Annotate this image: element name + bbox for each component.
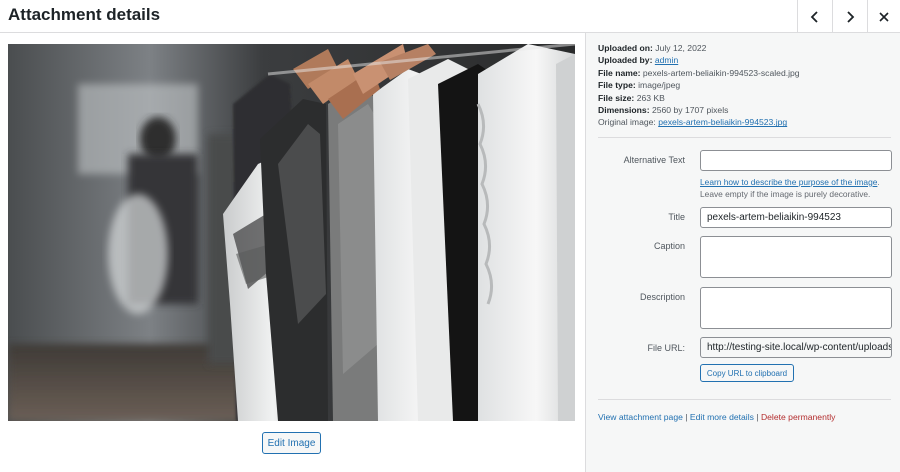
uploaded-on-label: Uploaded on: — [598, 43, 653, 53]
caption-label: Caption — [653, 241, 685, 251]
dimensions-value: 2560 by 1707 pixels — [651, 105, 729, 116]
original-image-label: Original image: — [598, 117, 656, 128]
uploaded-by-row: Uploaded by: admin — [598, 54, 800, 66]
image-preview-panel: Edit Image — [0, 33, 585, 472]
file-details: Uploaded on: July 12, 2022 Uploaded by: … — [598, 42, 800, 129]
close-icon — [879, 11, 889, 22]
alt-text-help-note: Leave empty if the image is purely decor… — [700, 189, 871, 199]
caption-textarea[interactable] — [700, 236, 892, 278]
modal-header: Attachment details — [0, 0, 900, 33]
file-type-value: image/jpeg — [638, 80, 681, 91]
file-type-row: File type: image/jpeg — [598, 79, 800, 91]
uploaded-on-row: Uploaded on: July 12, 2022 — [598, 42, 800, 54]
edit-image-button[interactable]: Edit Image — [262, 432, 321, 454]
attachment-actions: View attachment page | Edit more details… — [598, 412, 835, 422]
copy-url-button[interactable]: Copy URL to clipboard — [700, 364, 794, 382]
original-image-row: Original image: pexels-artem-beliaikin-9… — [598, 116, 800, 128]
attachment-info-panel: Uploaded on: July 12, 2022 Uploaded by: … — [585, 33, 900, 472]
uploaded-by-label: Uploaded by: — [598, 55, 653, 66]
alt-text-help: Learn how to describe the purpose of the… — [700, 176, 880, 200]
original-image-link[interactable]: pexels-artem-beliaikin-994523.jpg — [658, 117, 787, 127]
file-size-label: File size: — [598, 92, 635, 103]
file-size-value: 263 KB — [636, 92, 665, 103]
file-name-label: File name: — [598, 67, 641, 78]
uploaded-on-value: July 12, 2022 — [655, 43, 707, 53]
close-button[interactable] — [867, 0, 900, 33]
file-type-label: File type: — [598, 80, 636, 91]
file-size-row: File size: 263 KB — [598, 92, 800, 104]
attachment-image — [8, 44, 575, 421]
chevron-left-icon — [810, 10, 818, 23]
file-name-row: File name: pexels-artem-beliaikin-994523… — [598, 67, 800, 79]
alt-text-input[interactable] — [700, 150, 892, 171]
divider — [598, 399, 891, 400]
action-separator: | — [753, 412, 761, 422]
chevron-right-icon — [847, 10, 855, 23]
description-textarea[interactable] — [700, 287, 892, 329]
action-separator: | — [682, 412, 690, 422]
previous-button[interactable] — [797, 0, 832, 33]
modal-title: Attachment details — [8, 5, 161, 24]
file-url-label: File URL: — [647, 343, 685, 353]
alt-text-help-period: . — [877, 177, 880, 187]
next-button[interactable] — [832, 0, 867, 33]
file-name-value: pexels-artem-beliaikin-994523-scaled.jpg — [642, 67, 800, 78]
alt-text-help-link[interactable]: Learn how to describe the purpose of the… — [700, 177, 877, 187]
delete-permanently-link[interactable]: Delete permanently — [761, 412, 836, 422]
dimensions-label: Dimensions: — [598, 105, 650, 116]
view-attachment-link[interactable]: View attachment page — [598, 412, 683, 422]
edit-details-link[interactable]: Edit more details — [690, 412, 754, 422]
alt-text-label: Alternative Text — [623, 155, 685, 165]
title-label: Title — [668, 212, 685, 222]
title-input[interactable]: pexels-artem-beliaikin-994523 — [700, 207, 892, 228]
uploaded-by-link[interactable]: admin — [655, 55, 678, 65]
dimensions-row: Dimensions: 2560 by 1707 pixels — [598, 104, 800, 116]
description-label: Description — [639, 292, 685, 302]
file-url-input[interactable]: http://testing-site.local/wp-content/upl… — [700, 337, 892, 358]
divider — [598, 137, 891, 138]
